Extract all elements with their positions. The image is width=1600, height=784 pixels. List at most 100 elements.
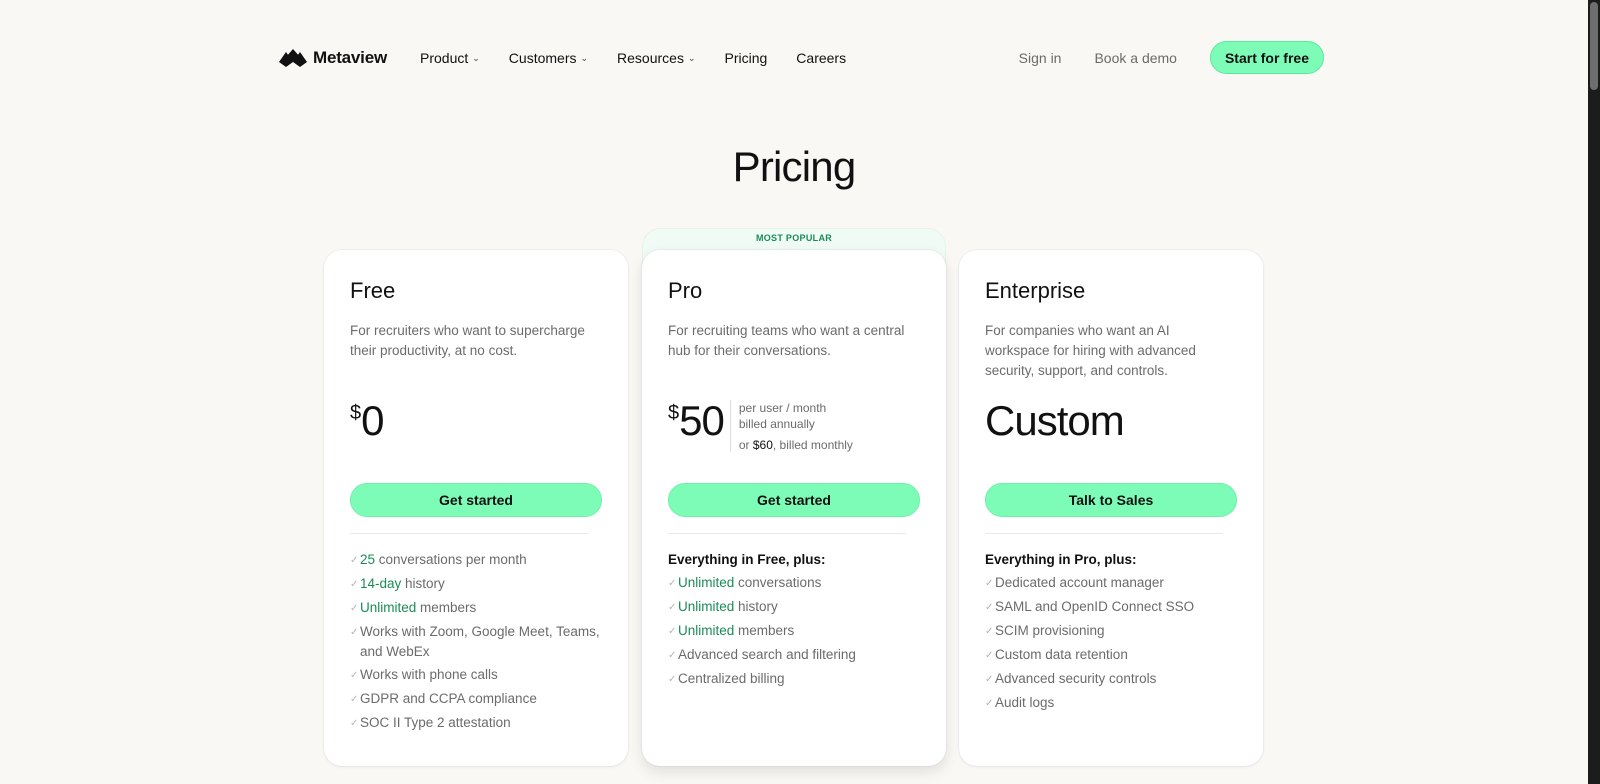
- plan-card-enterprise: Enterprise For companies who want an AI …: [959, 250, 1263, 766]
- price-separator: [729, 400, 731, 452]
- feature-list: Everything in Free, plus: ✓ Unlimited conv…: [668, 550, 920, 693]
- nav-item-resources[interactable]: Resources ⌄: [617, 50, 695, 66]
- nav-item-product[interactable]: Product ⌄: [420, 50, 480, 66]
- feature-list: Everything in Pro, plus: ✓ Dedicated accou…: [985, 550, 1237, 717]
- check-icon: ✓: [350, 627, 359, 638]
- check-icon: ✓: [668, 674, 677, 685]
- feature-item: ✓ Advanced search and filtering: [668, 645, 920, 666]
- feature-item: ✓ Advanced security controls: [985, 669, 1237, 690]
- nav-item-label: Product: [420, 49, 469, 66]
- feature-item: ✓ Unlimited members: [350, 598, 602, 619]
- feature-text: Custom data retention: [995, 645, 1128, 666]
- feature-text: Unlimited members: [678, 621, 794, 642]
- feature-label: Advanced security controls: [995, 671, 1157, 686]
- sign-in-link[interactable]: Sign in: [1019, 50, 1062, 66]
- book-demo-link[interactable]: Book a demo: [1094, 50, 1177, 66]
- plan-name: Free: [350, 278, 396, 303]
- scrollbar-thumb[interactable]: [1590, 2, 1598, 90]
- get-started-button[interactable]: Get started: [668, 483, 920, 517]
- feature-text: Works with phone calls: [360, 665, 498, 686]
- feature-text: 25 conversations per month: [360, 550, 527, 571]
- feature-item: ✓ SCIM provisioning: [985, 621, 1237, 642]
- feature-item: ✓ Works with Zoom, Google Meet, Teams, an…: [350, 622, 602, 662]
- feature-label: Works with phone calls: [360, 667, 498, 682]
- plan-price: $ 50 per user / month billed annually or…: [668, 398, 853, 453]
- feature-label: SCIM provisioning: [995, 623, 1105, 638]
- feature-item: ✓ 14-day history: [350, 574, 602, 595]
- check-icon: ✓: [985, 698, 994, 709]
- check-icon: ✓: [985, 674, 994, 685]
- feature-text: Dedicated account manager: [995, 573, 1164, 594]
- plan-card-pro: Pro For recruiting teams who want a cent…: [642, 250, 946, 766]
- nav-item-label: Careers: [796, 49, 847, 66]
- feature-item: ✓ GDPR and CCPA compliance: [350, 689, 602, 710]
- check-icon: ✓: [668, 602, 677, 613]
- feature-item: ✓ Unlimited members: [668, 621, 920, 642]
- check-icon: ✓: [350, 670, 359, 681]
- metaview-logo-icon: [279, 48, 307, 67]
- feature-item: ✓ Centralized billing: [668, 669, 920, 690]
- check-icon: ✓: [668, 578, 677, 589]
- feature-text: GDPR and CCPA compliance: [360, 689, 537, 710]
- check-icon: ✓: [350, 579, 359, 590]
- nav-item-label: Customers: [508, 49, 577, 66]
- nav-item-pricing[interactable]: Pricing: [725, 50, 768, 66]
- check-icon: ✓: [350, 555, 359, 566]
- price-note-prefix: or: [738, 438, 753, 452]
- nav-item-label: Pricing: [724, 49, 768, 66]
- feature-text: SCIM provisioning: [995, 621, 1105, 642]
- divider: [350, 533, 588, 534]
- plan-card-free: Free For recruiters who want to supercha…: [324, 250, 628, 766]
- divider: [985, 533, 1223, 534]
- features-heading: Everything in Free, plus:: [668, 552, 826, 567]
- check-icon: ✓: [985, 578, 994, 589]
- feature-highlight: 14-day: [360, 576, 402, 591]
- brand-logo[interactable]: Metaview: [279, 48, 387, 68]
- check-icon: ✓: [350, 603, 359, 614]
- check-icon: ✓: [668, 650, 677, 661]
- plan-name: Enterprise: [985, 278, 1086, 303]
- price-note-suffix: , billed monthly: [772, 438, 853, 452]
- feature-item: ✓ Works with phone calls: [350, 665, 602, 686]
- nav-item-customers[interactable]: Customers ⌄: [509, 50, 588, 66]
- feature-item: ✓ Unlimited conversations: [668, 573, 920, 594]
- feature-label: SAML and OpenID Connect SSO: [995, 599, 1195, 614]
- chevron-down-icon: ⌄: [472, 53, 480, 63]
- chevron-down-icon: ⌄: [580, 53, 589, 63]
- feature-label: conversations per month: [375, 552, 527, 567]
- check-icon: ✓: [985, 626, 994, 637]
- monthly-price: $60: [752, 438, 773, 452]
- feature-text: SAML and OpenID Connect SSO: [995, 597, 1194, 618]
- feature-item: ✓ SAML and OpenID Connect SSO: [985, 597, 1237, 618]
- feature-text: Centralized billing: [678, 669, 785, 690]
- feature-item: ✓ Dedicated account manager: [985, 573, 1237, 594]
- nav-actions: Sign in Book a demo Start for free: [1019, 41, 1324, 74]
- check-icon: ✓: [350, 694, 359, 705]
- price-amount: Custom: [985, 397, 1125, 444]
- feature-label: Centralized billing: [678, 671, 785, 686]
- nav-item-careers[interactable]: Careers: [796, 50, 846, 66]
- feature-highlight: Unlimited: [360, 600, 417, 615]
- feature-item: ✓ SOC II Type 2 attestation: [350, 713, 602, 734]
- page-title: Pricing: [732, 143, 857, 190]
- nav-item-label: Resources: [617, 49, 684, 66]
- feature-label: Audit logs: [995, 695, 1055, 710]
- feature-label: Dedicated account manager: [995, 575, 1164, 590]
- check-icon: ✓: [350, 718, 359, 729]
- price-note-billing: billed annually: [738, 417, 815, 431]
- get-started-button[interactable]: Get started: [350, 483, 602, 517]
- price-notes: per user / month billed annually or $60,…: [739, 400, 853, 453]
- price-amount: 0: [361, 397, 384, 444]
- feature-highlight: Unlimited: [678, 575, 735, 590]
- feature-label: SOC II Type 2 attestation: [360, 715, 511, 730]
- divider: [668, 533, 906, 534]
- most-popular-badge: MOST POPULAR: [755, 233, 833, 243]
- feature-text: Works with Zoom, Google Meet, Teams, and…: [360, 622, 602, 662]
- feature-text: SOC II Type 2 attestation: [360, 713, 511, 734]
- feature-text: Advanced search and filtering: [678, 645, 856, 666]
- talk-to-sales-button[interactable]: Talk to Sales: [985, 483, 1237, 517]
- feature-label: conversations: [734, 575, 822, 590]
- start-for-free-button[interactable]: Start for free: [1209, 41, 1324, 74]
- scrollbar[interactable]: [1588, 0, 1600, 784]
- feature-label: history: [401, 576, 445, 591]
